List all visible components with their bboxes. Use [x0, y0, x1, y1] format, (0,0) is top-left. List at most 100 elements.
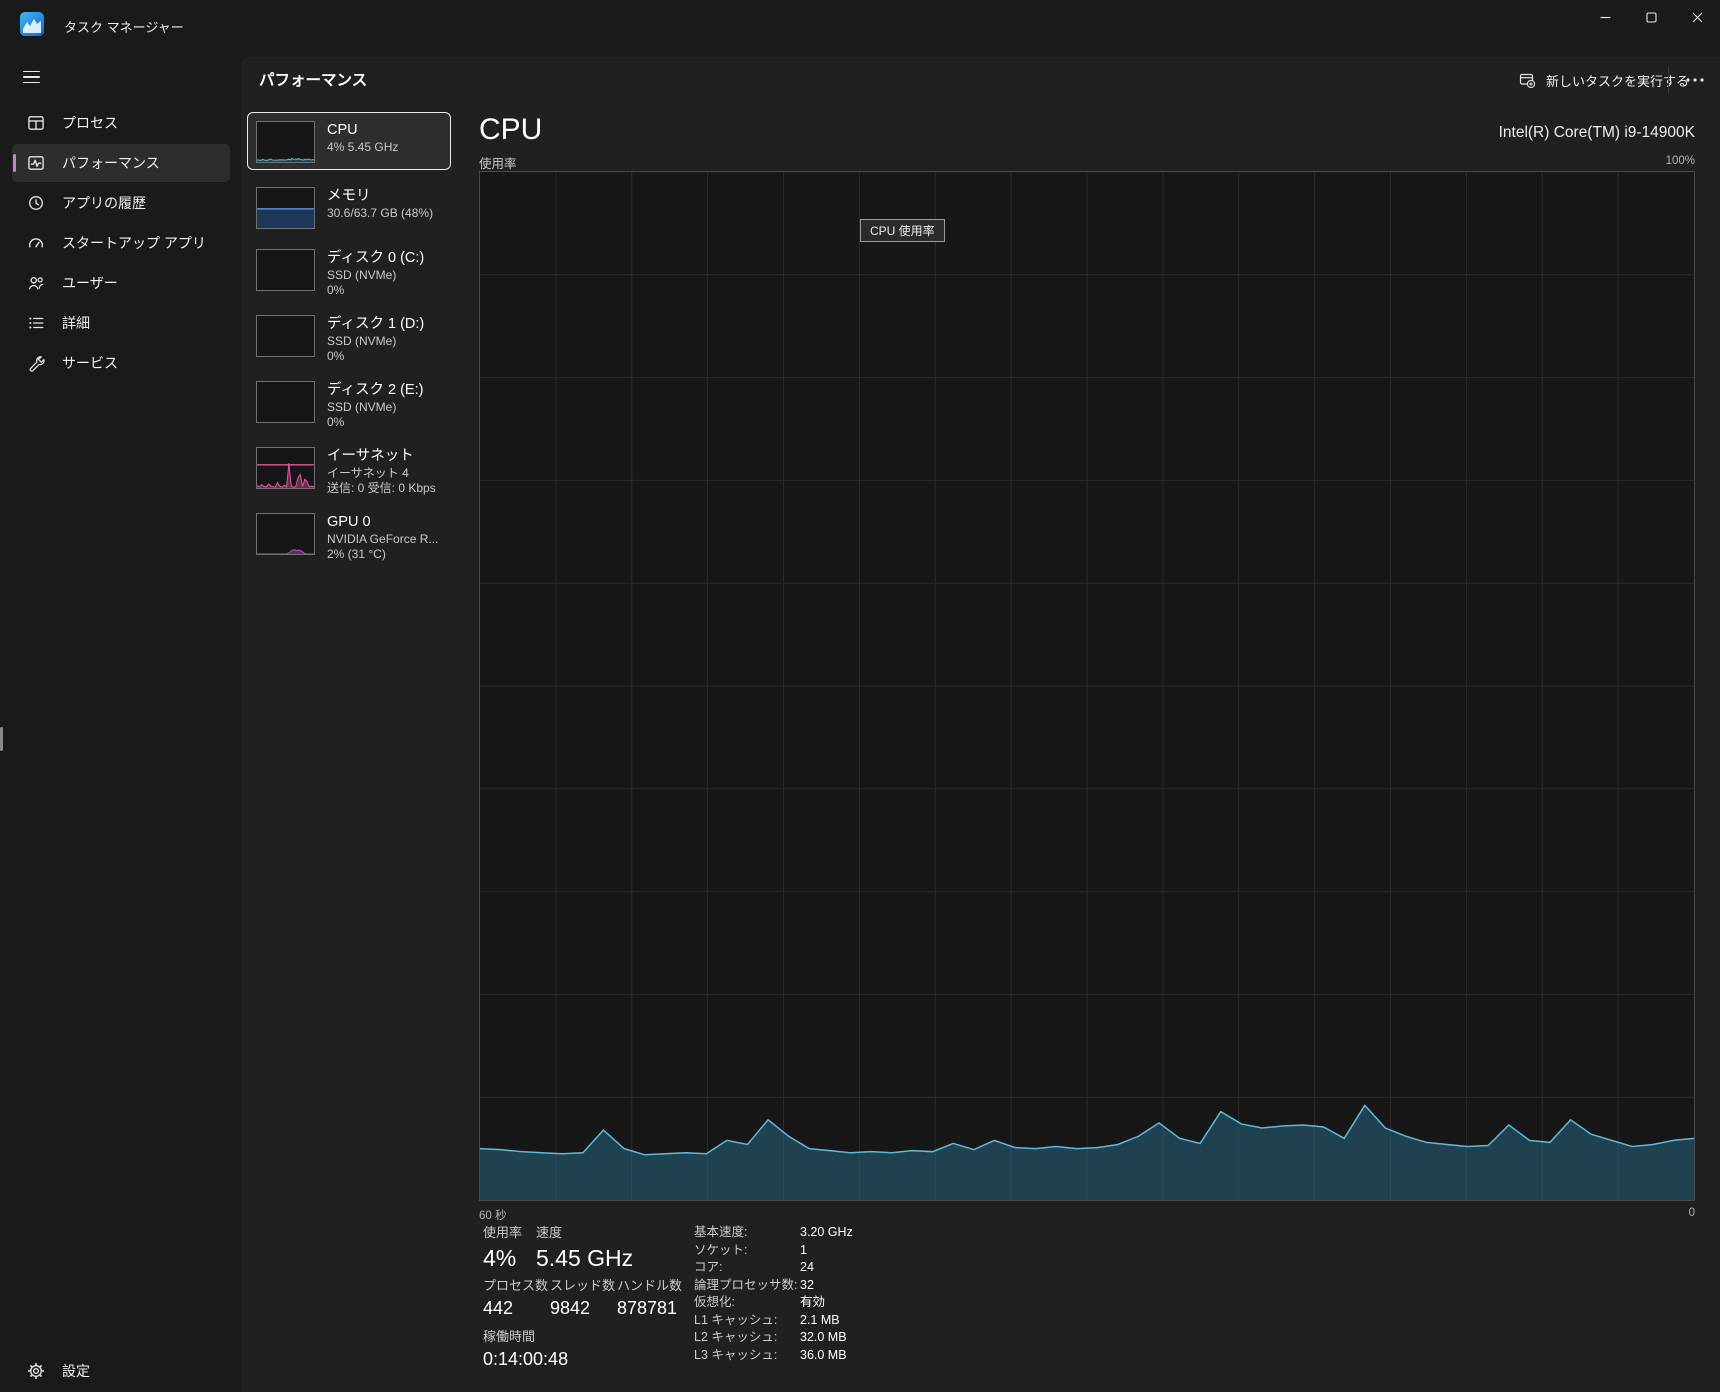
- sidebar-item-services[interactable]: サービス: [12, 344, 230, 382]
- detail-label: 仮想化:: [694, 1296, 800, 1310]
- page-title: パフォーマンス: [259, 68, 367, 90]
- perf-card-gpu[interactable]: GPU 0 NVIDIA GeForce R... 2% (31 °C): [247, 504, 451, 566]
- services-icon: [27, 354, 45, 372]
- cpu-pane-title: CPU: [479, 113, 542, 147]
- perf-card-title: ディスク 0 (C:): [327, 249, 424, 268]
- perf-card-detail: 30.6/63.7 GB (48%): [327, 206, 433, 221]
- perf-card-detail: NVIDIA GeForce R...: [327, 532, 438, 547]
- perf-card-ethernet[interactable]: イーサネット イーサネット 4 送信: 0 受信: 0 Kbps: [247, 438, 451, 500]
- perf-card-detail2: 0%: [327, 283, 424, 298]
- cpu-usage-chart[interactable]: [479, 171, 1695, 1201]
- users-icon: [27, 274, 45, 292]
- perf-card-title: イーサネット: [327, 447, 436, 466]
- app-icon: [20, 12, 44, 36]
- details-icon: [27, 314, 45, 332]
- more-options-button[interactable]: [1678, 65, 1712, 95]
- perf-card-disk2[interactable]: ディスク 2 (E:) SSD (NVMe) 0%: [247, 372, 451, 434]
- content-panel: パフォーマンス 新しいタスクを実行する CPU 4% 5.45 GHz メモリ …: [241, 57, 1720, 1392]
- ellipsis-icon: [1686, 78, 1704, 82]
- detail-value: 有効: [800, 1296, 853, 1310]
- sidebar-item-label: 設定: [62, 1361, 90, 1381]
- processes-icon: [27, 114, 45, 132]
- detail-label: コア:: [694, 1261, 800, 1275]
- sidebar-item-label: 詳細: [62, 313, 90, 333]
- detail-value: 36.0 MB: [800, 1349, 853, 1363]
- selection-indicator: [13, 154, 16, 172]
- run-new-task-button[interactable]: 新しいタスクを実行する: [1507, 63, 1701, 97]
- stat-threads: スレッド数 9842: [550, 1278, 615, 1319]
- scrollbar-thumb[interactable]: [0, 727, 3, 751]
- sidebar-item-processes[interactable]: プロセス: [12, 104, 230, 142]
- perf-card-title: ディスク 1 (D:): [327, 315, 424, 334]
- detail-label: 基本速度:: [694, 1226, 800, 1240]
- memory-mini-chart: [256, 187, 315, 229]
- perf-card-title: メモリ: [327, 187, 433, 206]
- perf-card-detail: イーサネット 4: [327, 466, 436, 481]
- perf-card-cpu[interactable]: CPU 4% 5.45 GHz: [247, 112, 451, 170]
- minimize-button[interactable]: [1582, 0, 1628, 34]
- detail-value: 1: [800, 1244, 853, 1258]
- close-button[interactable]: [1674, 0, 1720, 34]
- perf-card-title: GPU 0: [327, 513, 438, 532]
- perf-card-title: ディスク 2 (E:): [327, 381, 423, 400]
- perf-card-disk0[interactable]: ディスク 0 (C:) SSD (NVMe) 0%: [247, 240, 451, 302]
- titlebar: タスク マネージャー: [0, 0, 1720, 48]
- stat-handles: ハンドル数 878781: [617, 1278, 682, 1319]
- stat-uptime: 稼働時間 0:14:00:48: [483, 1329, 568, 1370]
- perf-card-detail2: 送信: 0 受信: 0 Kbps: [327, 481, 436, 496]
- perf-card-detail2: 0%: [327, 415, 423, 430]
- y-max-label: 100%: [1625, 155, 1695, 167]
- navigation-menu-button[interactable]: [12, 58, 52, 96]
- detail-label: L3 キャッシュ:: [694, 1349, 800, 1363]
- detail-value: 32: [800, 1279, 853, 1293]
- disk1-mini-chart: [256, 315, 315, 357]
- stat-usage: 使用率 4%: [483, 1225, 522, 1272]
- cpu-details-grid: 基本速度:3.20 GHz ソケット:1 コア:24 論理プロセッサ数:32 仮…: [694, 1226, 853, 1362]
- perf-card-detail: SSD (NVMe): [327, 334, 424, 349]
- sidebar-item-label: パフォーマンス: [62, 153, 160, 173]
- x-axis-left-label: 60 秒: [479, 1207, 507, 1223]
- perf-card-detail: 4% 5.45 GHz: [327, 140, 398, 155]
- disk0-mini-chart: [256, 249, 315, 291]
- gpu-mini-chart: [256, 513, 315, 555]
- perf-card-detail: SSD (NVMe): [327, 268, 424, 283]
- sidebar-item-users[interactable]: ユーザー: [12, 264, 230, 302]
- disk2-mini-chart: [256, 381, 315, 423]
- perf-card-title: CPU: [327, 121, 398, 140]
- perf-card-memory[interactable]: メモリ 30.6/63.7 GB (48%): [247, 178, 451, 236]
- settings-gear-icon: [27, 1362, 45, 1380]
- x-axis-right-label: 0: [1625, 1207, 1695, 1219]
- startup-apps-icon: [27, 234, 45, 252]
- detail-value: 3.20 GHz: [800, 1226, 853, 1240]
- cpu-mini-chart: [256, 121, 315, 163]
- chart-tooltip: CPU 使用率: [860, 219, 945, 242]
- sidebar-item-label: ユーザー: [62, 273, 118, 293]
- ethernet-mini-chart: [256, 447, 315, 489]
- sidebar-item-label: アプリの履歴: [62, 193, 146, 213]
- detail-value: 32.0 MB: [800, 1331, 853, 1345]
- sidebar-item-label: プロセス: [62, 113, 118, 133]
- sidebar-item-startup-apps[interactable]: スタートアップ アプリ: [12, 224, 230, 262]
- detail-label: 論理プロセッサ数:: [694, 1279, 800, 1293]
- window-title: タスク マネージャー: [64, 17, 184, 36]
- app-history-icon: [27, 194, 45, 212]
- sidebar-item-details[interactable]: 詳細: [12, 304, 230, 342]
- perf-card-detail: SSD (NVMe): [327, 400, 423, 415]
- sidebar-item-performance[interactable]: パフォーマンス: [12, 144, 230, 182]
- perf-card-detail2: 0%: [327, 349, 424, 364]
- detail-value: 2.1 MB: [800, 1314, 853, 1328]
- detail-label: L1 キャッシュ:: [694, 1314, 800, 1328]
- maximize-button[interactable]: [1628, 0, 1674, 34]
- run-new-task-icon: [1519, 72, 1536, 89]
- header-divider: [1668, 67, 1669, 93]
- detail-label: ソケット:: [694, 1244, 800, 1258]
- window-controls: [1582, 0, 1720, 34]
- sidebar-item-settings[interactable]: 設定: [12, 1352, 230, 1390]
- performance-icon: [27, 154, 45, 172]
- perf-card-detail2: 2% (31 °C): [327, 547, 438, 562]
- sidebar-item-app-history[interactable]: アプリの履歴: [12, 184, 230, 222]
- detail-value: 24: [800, 1261, 853, 1275]
- sidebar-item-label: スタートアップ アプリ: [62, 233, 206, 253]
- stat-speed: 速度 5.45 GHz: [536, 1225, 633, 1272]
- perf-card-disk1[interactable]: ディスク 1 (D:) SSD (NVMe) 0%: [247, 306, 451, 368]
